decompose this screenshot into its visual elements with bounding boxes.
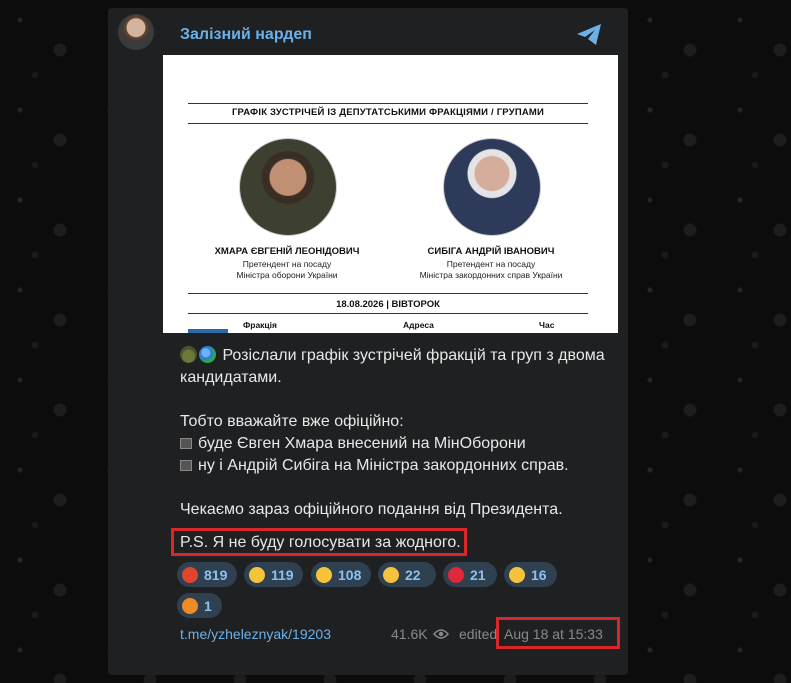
doc-rule bbox=[188, 123, 588, 124]
bullet-icon bbox=[180, 460, 192, 472]
reaction-angry-face[interactable]: 819 bbox=[177, 562, 237, 587]
ps-highlight-box bbox=[171, 528, 467, 556]
channel-avatar[interactable] bbox=[118, 14, 154, 50]
red-heart-icon bbox=[448, 566, 464, 583]
bullet-text-2: ну і Андрій Сибіга на Міністра закордонн… bbox=[198, 457, 569, 474]
view-count: 41.6K bbox=[391, 626, 428, 642]
message-line-2: Тобто вважайте вже офіційно: bbox=[180, 413, 404, 430]
exploding-head-icon bbox=[509, 566, 525, 583]
candidate-photo-2 bbox=[443, 138, 541, 236]
reaction-count: 108 bbox=[338, 566, 362, 583]
reaction-laughing-face[interactable]: 119 bbox=[244, 562, 303, 587]
candidate-role-1b: Міністра оборони України bbox=[236, 270, 338, 280]
doc-column-faction: Фракція bbox=[243, 320, 277, 330]
globe-icon bbox=[199, 346, 216, 363]
message-bullet-2: ну і Андрій Сибіга на Міністра закордонн… bbox=[180, 455, 610, 477]
reaction-count: 1 bbox=[204, 597, 212, 614]
telegram-share-icon[interactable] bbox=[575, 23, 603, 47]
doc-column-time: Час bbox=[539, 320, 555, 330]
doc-date-row: 18.08.2026 | ВІВТОРОК bbox=[336, 299, 440, 310]
reaction-exploding-head[interactable]: 16 bbox=[504, 562, 557, 587]
reaction-count: 22 bbox=[405, 566, 421, 583]
laughing-face-icon bbox=[249, 566, 265, 583]
candidate-role-2b: Міністра закордонних справ України bbox=[419, 270, 563, 280]
reaction-thumbs-up[interactable]: 108 bbox=[311, 562, 371, 587]
candidate-name-2: СИБІГА АНДРІЙ ІВАНОВИЧ bbox=[427, 246, 555, 257]
military-helmet-icon bbox=[180, 346, 197, 363]
candidate-role-2a: Претендент на посаду bbox=[446, 259, 536, 269]
message-bullet-1: буде Євген Хмара внесений на МінОборони bbox=[180, 433, 610, 455]
reaction-fire[interactable]: 1 bbox=[177, 593, 222, 618]
reaction-count: 819 bbox=[204, 566, 228, 583]
candidate-role-1a: Претендент на посаду bbox=[242, 259, 332, 269]
reaction-count: 16 bbox=[531, 566, 547, 583]
thumbs-up-icon bbox=[316, 566, 332, 583]
doc-column-address: Адреса bbox=[403, 320, 434, 330]
crying-face-icon bbox=[383, 566, 399, 583]
reaction-red-heart[interactable]: 21 bbox=[443, 562, 497, 587]
channel-name[interactable]: Залізний нардеп bbox=[180, 26, 312, 44]
doc-rule bbox=[188, 103, 588, 104]
doc-table-marker bbox=[188, 329, 228, 333]
message-line-3: Чекаємо зараз офіційного подання від Пре… bbox=[180, 501, 563, 518]
doc-title: ГРАФІК ЗУСТРІЧЕЙ ІЗ ДЕПУТАТСЬКИМИ ФРАКЦІ… bbox=[231, 107, 545, 118]
doc-rule bbox=[188, 313, 588, 314]
message-intro: Розіслали графік зустрічей фракцій та гр… bbox=[180, 345, 610, 389]
doc-rule bbox=[188, 293, 588, 294]
edited-label: edited bbox=[459, 626, 498, 642]
message-text: Розіслали графік зустрічей фракцій та гр… bbox=[180, 345, 610, 521]
post-link[interactable]: t.me/yzheleznyak/19203 bbox=[180, 626, 331, 642]
timestamp-highlight-box bbox=[496, 617, 620, 649]
message-line-1: Розіслали графік зустрічей фракцій та гр… bbox=[180, 347, 605, 386]
candidate-photo-1 bbox=[239, 138, 337, 236]
reaction-crying-face[interactable]: 22 bbox=[378, 562, 436, 587]
bullet-icon bbox=[180, 438, 192, 450]
bullet-text-1: буде Євген Хмара внесений на МінОборони bbox=[198, 435, 526, 452]
reaction-count: 21 bbox=[470, 566, 486, 583]
fire-icon bbox=[182, 597, 198, 614]
angry-face-icon bbox=[182, 566, 198, 583]
reaction-count: 119 bbox=[271, 566, 294, 583]
schedule-document-image[interactable]: ГРАФІК ЗУСТРІЧЕЙ ІЗ ДЕПУТАТСЬКИМИ ФРАКЦІ… bbox=[163, 55, 618, 333]
eye-icon bbox=[433, 629, 449, 639]
candidate-name-1: ХМАРА ЄВГЕНІЙ ЛЕОНІДОВИЧ bbox=[214, 246, 360, 257]
